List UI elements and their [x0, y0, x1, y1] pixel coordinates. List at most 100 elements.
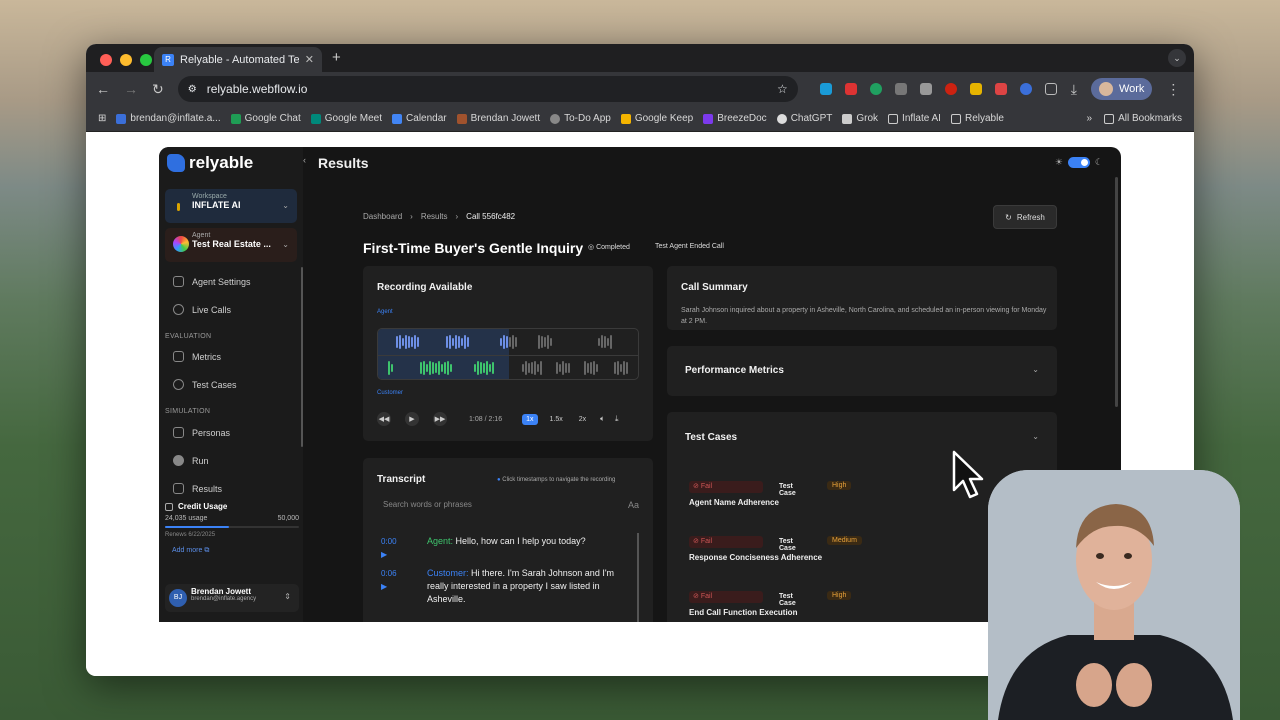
waveform-bar [544, 336, 546, 348]
new-tab-icon[interactable]: + [332, 49, 341, 66]
call-summary-card: Call Summary Sarah Johnson inquired abou… [667, 266, 1057, 330]
test-case-row[interactable]: ⊘ Fail Test Case High End Call Function … [689, 591, 852, 617]
minimize-window-button[interactable] [120, 54, 132, 66]
refresh-button[interactable]: ↻ Refresh [993, 205, 1057, 229]
extension-icon[interactable] [944, 83, 957, 95]
bookmark-item[interactable]: Google Meet [310, 113, 382, 124]
extension-icon[interactable] [994, 83, 1007, 95]
waveform-bar [584, 361, 586, 375]
address-bar: ← → ↻ ⚙ relyable.webflow.io ☆ ⤓ Work ⋮ [86, 72, 1194, 106]
timestamp-link[interactable]: 0:00 ▶ [381, 535, 397, 561]
chevron-updown-icon: ⇕ [284, 592, 291, 601]
playback-time: 1:08 / 2:16 [469, 415, 503, 423]
extension-icon[interactable] [969, 83, 982, 95]
bookmark-item[interactable]: BreezeDoc [703, 113, 767, 124]
sidebar-item-personas[interactable]: Personas [173, 427, 230, 438]
collapse-sidebar-icon[interactable]: ‹ [303, 155, 306, 165]
sidebar-item-live-calls[interactable]: Live Calls [173, 304, 231, 315]
waveform-bar [540, 361, 542, 375]
main-scrollbar[interactable] [1115, 177, 1118, 407]
bookmark-folder[interactable]: Relyable [950, 113, 1004, 124]
agent-selector[interactable]: Agent Test Real Estate ... ⌄ [165, 228, 297, 262]
download-icon[interactable]: ⤓ [615, 414, 619, 424]
back-icon[interactable]: ← [96, 81, 110, 97]
profile-button[interactable]: Work [1090, 78, 1153, 100]
reload-icon[interactable]: ↻ [152, 81, 164, 98]
rewind-icon[interactable]: ◀◀ [377, 412, 391, 426]
phone-icon [173, 304, 184, 315]
bookmark-item[interactable]: Google Keep [620, 113, 693, 124]
sidebar-scrollbar[interactable] [301, 267, 303, 447]
fail-status-select[interactable]: ⊘ Fail [689, 536, 763, 548]
bookmark-item[interactable]: Google Chat [230, 113, 301, 124]
waveform-bar [525, 361, 527, 375]
user-menu[interactable]: BJ Brendan Jowett brendan@inflate.agency… [165, 584, 299, 612]
sidebar-item-test-cases[interactable]: Test Cases [173, 379, 237, 390]
transcript-search-input[interactable]: Search words or phrases Aa [377, 500, 639, 516]
waveform-bar [598, 337, 600, 347]
tab-search-icon[interactable]: ⌄ [1168, 49, 1186, 67]
waveform-bar [593, 361, 595, 375]
apps-grid-icon[interactable]: ⊞ [98, 113, 106, 124]
match-case-toggle[interactable]: Aa [628, 500, 639, 516]
all-bookmarks-folder[interactable]: All Bookmarks [1104, 113, 1182, 124]
theme-switch[interactable] [1067, 157, 1090, 168]
timestamp-link[interactable]: 0:06 ▶ [381, 567, 397, 593]
performance-metrics-card[interactable]: Performance Metrics ⌄ [667, 346, 1057, 396]
browser-menu-icon[interactable]: ⋮ [1166, 81, 1180, 98]
extension-icon[interactable] [819, 83, 832, 95]
workspace-selector[interactable]: Workspace INFLATE AI ⌄ [165, 189, 297, 223]
customer-track-label: Customer [377, 390, 404, 396]
fail-status-select[interactable]: ⊘ Fail [689, 481, 763, 493]
waveform-bar [414, 335, 416, 349]
bookmark-item[interactable]: Brendan Jowett [456, 113, 540, 124]
bookmark-folder[interactable]: Inflate AI [888, 113, 941, 124]
play-circle-icon [173, 455, 184, 466]
forward-icon[interactable]: → [124, 81, 138, 97]
speed-2x-button[interactable]: 2x [575, 414, 590, 425]
test-case-row[interactable]: ⊘ Fail Test Case High Agent Name Adheren… [689, 481, 852, 507]
waveform-bar [522, 363, 524, 373]
volume-icon[interactable]: 🔈︎ [600, 414, 605, 424]
bookmark-star-icon[interactable]: ☆ [777, 82, 788, 96]
fail-status-select[interactable]: ⊘ Fail [689, 591, 763, 603]
bookmark-item[interactable]: To-Do App [550, 113, 611, 124]
speed-1-5x-button[interactable]: 1.5x [546, 414, 567, 425]
bookmark-item[interactable]: ChatGPT [776, 113, 832, 124]
site-info-icon[interactable]: ⚙ [188, 84, 197, 95]
play-icon[interactable]: ▶ [405, 412, 419, 426]
sidebar-item-results[interactable]: Results [173, 483, 222, 494]
sidebar-item-run[interactable]: Run [173, 455, 209, 466]
speed-1x-button[interactable]: 1x [522, 413, 538, 425]
adblock-icon[interactable] [844, 83, 857, 95]
theme-toggle[interactable]: ☀ ☾ [1055, 157, 1103, 168]
more-bookmarks-icon[interactable]: » [1087, 113, 1093, 124]
call-summary-text: Sarah Johnson inquired about a property … [681, 307, 1047, 325]
bookmark-item[interactable]: Grok [842, 113, 878, 124]
sidebar-item-agent-settings[interactable]: Agent Settings [173, 276, 251, 287]
logo[interactable]: relyable [167, 153, 253, 173]
waveform[interactable] [377, 328, 639, 380]
sidebar-item-metrics[interactable]: Metrics [173, 351, 221, 362]
grammarly-icon[interactable] [869, 83, 882, 95]
maximize-window-button[interactable] [140, 54, 152, 66]
close-window-button[interactable] [100, 54, 112, 66]
bookmark-item[interactable]: brendan@inflate.a... [116, 113, 221, 124]
fast-forward-icon[interactable]: ▶▶ [433, 412, 447, 426]
close-tab-icon[interactable]: ✕ [305, 53, 314, 66]
extension-icon[interactable] [1019, 83, 1032, 95]
chevron-down-icon[interactable]: ⌄ [1032, 432, 1039, 441]
browser-tab[interactable]: R Relyable - Automated Testing ✕ [154, 47, 322, 72]
breadcrumb-dashboard[interactable]: Dashboard [363, 212, 402, 221]
url-field[interactable]: ⚙ relyable.webflow.io ☆ [177, 76, 798, 102]
breadcrumb-results[interactable]: Results [421, 212, 448, 221]
url-text: relyable.webflow.io [206, 82, 308, 96]
download-icon[interactable]: ⤓ [1071, 81, 1077, 98]
extension-icon[interactable] [894, 83, 907, 95]
puzzle-icon[interactable] [1044, 83, 1057, 95]
transcript-scrollbar[interactable] [637, 533, 639, 622]
add-more-link[interactable]: Add more ⧉ [172, 547, 299, 555]
bookmark-item[interactable]: Calendar [392, 113, 447, 124]
extension-icon[interactable] [919, 83, 932, 95]
test-case-row[interactable]: ⊘ Fail Test Case Medium Response Concise… [689, 536, 862, 562]
